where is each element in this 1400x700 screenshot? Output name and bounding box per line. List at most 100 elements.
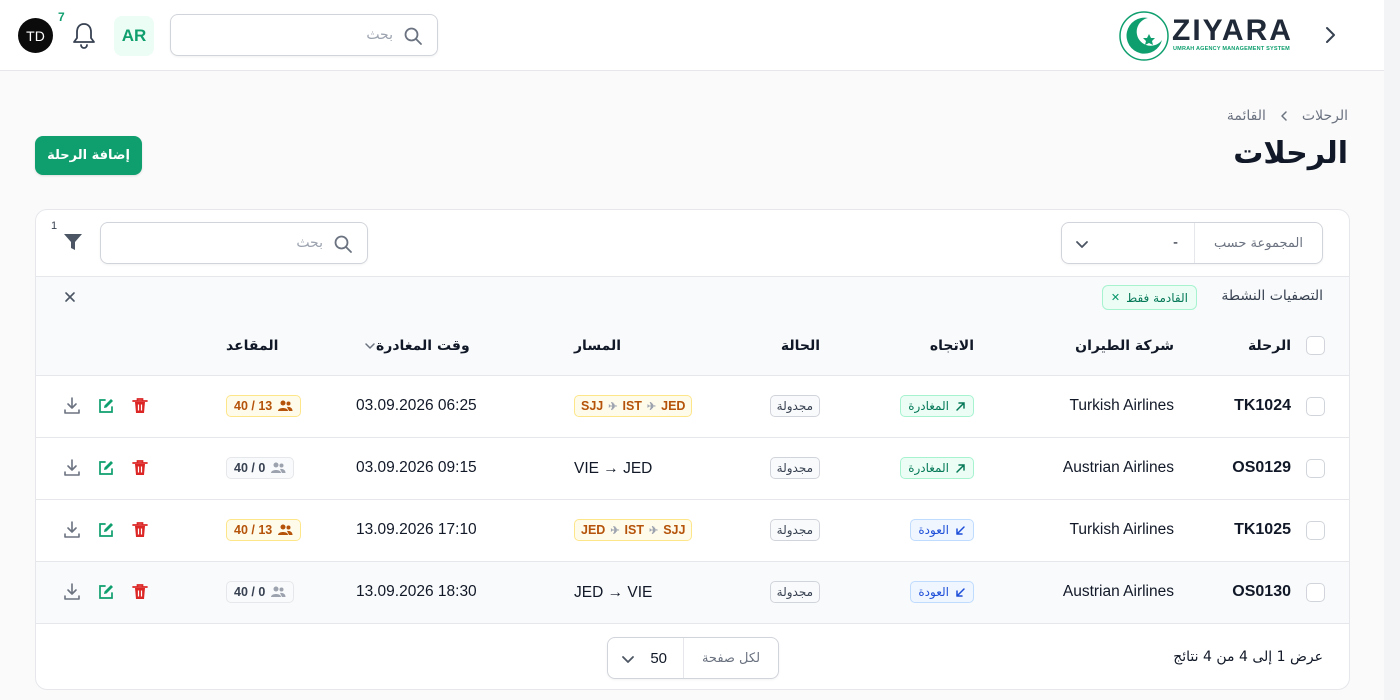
flights-table: الرحلة شركة الطيران الاتجاه الحالة المسا… [36, 317, 1349, 624]
flight-number[interactable]: TK1025 [1194, 499, 1291, 561]
airline-name: Austrian Airlines [1062, 459, 1174, 476]
trash-icon[interactable] [130, 396, 150, 416]
seats-badge: 40 / 0 [226, 581, 295, 603]
download-icon[interactable] [62, 582, 82, 602]
page-scrollbar[interactable] [1384, 0, 1400, 700]
download-icon[interactable] [62, 396, 82, 416]
row-actions [36, 582, 226, 602]
column-status[interactable]: الحالة [724, 317, 844, 376]
download-icon[interactable] [62, 520, 82, 540]
row-checkbox[interactable] [1306, 582, 1325, 602]
per-page-label: لكل صفحة [683, 638, 778, 678]
chevron-right-icon[interactable] [1318, 22, 1342, 48]
flights-table-card: المجموعة حسب - 1 التصفيات النشطة القادمة… [35, 209, 1350, 690]
active-filters-bar: التصفيات النشطة القادمة فقط ✕ [36, 276, 1349, 318]
funnel-icon[interactable] [60, 229, 86, 255]
seats-count: 40 / 0 [234, 461, 266, 475]
table-header-row: الرحلة شركة الطيران الاتجاه الحالة المسا… [36, 317, 1349, 376]
group-by-select[interactable]: المجموعة حسب - [1061, 222, 1323, 264]
direction-badge: العودة [910, 581, 974, 603]
status-badge: مجدولة [769, 457, 820, 479]
column-route[interactable]: المسار [574, 317, 724, 376]
column-departure[interactable]: وقت المغادرة [356, 317, 574, 376]
per-page-select[interactable]: لكل صفحة 50 [607, 637, 779, 679]
table-row[interactable]: OS0130 Austrian Airlines العودة مجدولة J… [36, 561, 1349, 623]
users-icon [278, 524, 293, 535]
language-switcher[interactable]: AR [114, 16, 154, 56]
clear-filters-icon[interactable] [62, 289, 78, 305]
column-actions [36, 317, 226, 376]
page-title: الرحلات [1233, 136, 1348, 171]
active-filters-label: التصفيات النشطة [1221, 288, 1323, 304]
row-actions [36, 458, 226, 478]
breadcrumb-flights[interactable]: الرحلات [1302, 108, 1348, 124]
trash-icon[interactable] [130, 582, 150, 602]
table-search-input[interactable] [113, 223, 323, 263]
departure-time: 18:30 13.09.2026 [356, 583, 477, 600]
plane-icon: ✈ [649, 524, 659, 537]
results-summary: عرض 1 إلى 4 من 4 نتائج [1173, 649, 1323, 665]
row-actions [36, 520, 226, 540]
table-footer: عرض 1 إلى 4 من 4 نتائج لكل صفحة 50 [36, 625, 1349, 689]
route-stop: SJJ [581, 399, 604, 413]
route-text: JED → VIE [574, 583, 653, 601]
add-flight-button[interactable]: إضافة الرحلة [35, 136, 142, 175]
global-search-input[interactable] [183, 15, 393, 55]
edit-icon[interactable] [96, 396, 116, 416]
route-stop: SJJ [663, 523, 686, 537]
user-avatar[interactable]: TD [18, 18, 53, 53]
logo: ZIYARA UMRAH AGENCY MANAGEMENT SYSTEM [1118, 10, 1302, 62]
edit-icon[interactable] [96, 582, 116, 602]
chevron-down-icon [622, 656, 634, 663]
seats-count: 40 / 0 [234, 585, 266, 599]
notification-count: 7 [58, 10, 65, 24]
select-all-checkbox[interactable] [1306, 336, 1325, 356]
breadcrumb: الرحلات القائمة [1227, 106, 1348, 126]
breadcrumb-list: القائمة [1226, 108, 1266, 124]
bell-icon[interactable] [70, 20, 98, 50]
per-page-value: 50 [650, 649, 667, 667]
group-by-dropdown[interactable]: - [1062, 223, 1194, 263]
remove-filter-icon[interactable]: ✕ [1111, 291, 1120, 304]
trash-icon[interactable] [130, 458, 150, 478]
column-direction[interactable]: الاتجاه [844, 317, 1014, 376]
column-flight[interactable]: الرحلة [1194, 317, 1291, 376]
filter-count-badge: 1 [51, 220, 58, 232]
trash-icon[interactable] [130, 520, 150, 540]
status-badge: مجدولة [769, 581, 820, 603]
table-search[interactable] [100, 222, 368, 264]
per-page-dropdown[interactable]: 50 [608, 638, 683, 678]
row-checkbox[interactable] [1306, 520, 1325, 540]
seats-count: 40 / 13 [234, 523, 273, 537]
table-toolbar: المجموعة حسب - 1 [36, 210, 1349, 276]
edit-icon[interactable] [96, 458, 116, 478]
row-actions [36, 396, 226, 416]
logo-subtitle: UMRAH AGENCY MANAGEMENT SYSTEM [1173, 46, 1290, 52]
table-row[interactable]: TK1024 Turkish Airlines المغادرة مجدولة … [36, 375, 1349, 437]
filter-chip-upcoming: القادمة فقط ✕ [1101, 285, 1197, 310]
departure-time: 17:10 13.09.2026 [356, 521, 477, 538]
direction-label: العودة [918, 585, 949, 599]
flight-number[interactable]: TK1024 [1194, 375, 1291, 437]
table-row[interactable]: TK1025 Turkish Airlines العودة مجدولة JE… [36, 499, 1349, 561]
route-chip: JED ✈ IST ✈ SJJ [574, 519, 693, 541]
download-icon[interactable] [62, 458, 82, 478]
column-airline[interactable]: شركة الطيران [1014, 317, 1194, 376]
edit-icon[interactable] [96, 520, 116, 540]
route-chip: SJJ ✈ IST ✈ JED [574, 395, 693, 417]
users-icon [271, 586, 286, 597]
direction-badge: المغادرة [900, 395, 974, 417]
airline-name: Turkish Airlines [1069, 397, 1174, 414]
row-checkbox[interactable] [1306, 396, 1325, 416]
seats-count: 40 / 13 [234, 399, 273, 413]
table-row[interactable]: OS0129 Austrian Airlines المغادرة مجدولة… [36, 437, 1349, 499]
route-stop: JED [661, 399, 686, 413]
flight-number[interactable]: OS0129 [1194, 437, 1291, 499]
column-seats[interactable]: المقاعد [226, 317, 356, 376]
global-search[interactable] [170, 14, 438, 56]
flight-number[interactable]: OS0130 [1194, 561, 1291, 623]
plane-icon: ✈ [610, 524, 620, 537]
status-badge: مجدولة [769, 395, 820, 417]
row-checkbox[interactable] [1306, 458, 1325, 478]
users-icon [271, 462, 286, 473]
